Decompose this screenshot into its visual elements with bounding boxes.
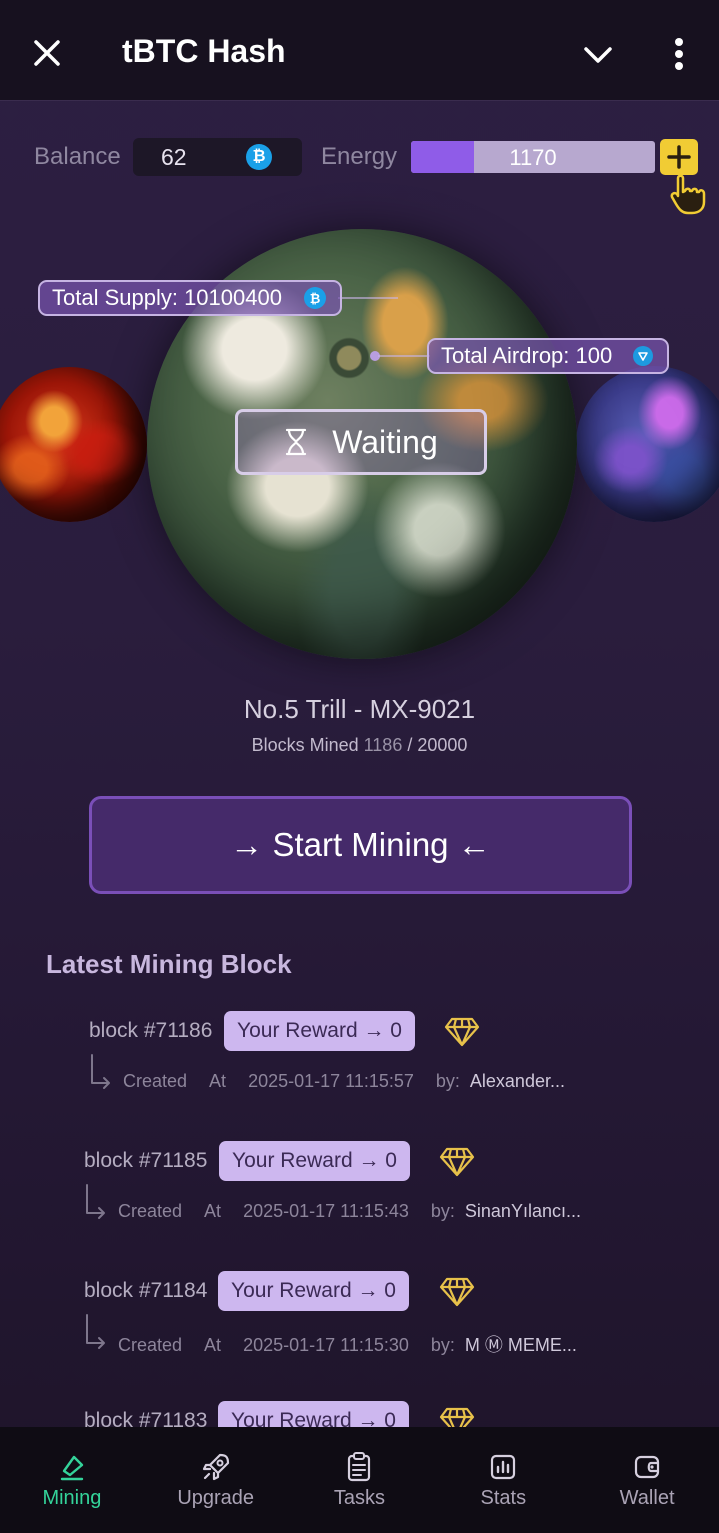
block-row[interactable]: block #71186 Your Reward → 0 Created At 2025… — [89, 1011, 649, 1121]
balance-value: 62 — [161, 144, 187, 170]
ton-coin-icon — [633, 346, 653, 366]
block-meta: Created At 2025-01-17 11:15:57 by: Alexande… — [123, 1071, 565, 1092]
created-time: 2025-01-17 11:15:30 — [243, 1335, 409, 1355]
at-label: At — [204, 1335, 222, 1355]
energy-value: 1170 — [509, 145, 557, 170]
close-icon[interactable] — [30, 36, 64, 70]
reward-badge: Your Reward → 0 — [219, 1141, 410, 1181]
mining-status-text: Waiting — [332, 423, 438, 460]
block-meta: Created At 2025-01-17 11:15:30 by: M Ⓜ MEME… — [118, 1331, 577, 1357]
block-number: block #71185 — [84, 1149, 208, 1172]
bitcoin-coin-icon: ₿ — [246, 144, 272, 170]
reward-badge: Your Reward → 0 — [224, 1011, 415, 1051]
block-number: block #71184 — [84, 1279, 208, 1302]
chart-icon — [491, 1454, 516, 1479]
blocks-mined-count: 1186 — [363, 735, 403, 755]
pointing-hand-icon — [670, 174, 706, 215]
total-airdrop-text: Total Airdrop: 100 — [441, 343, 613, 368]
creator-name: M Ⓜ MEME... — [464, 1335, 577, 1355]
chevron-down-icon[interactable] — [580, 40, 616, 70]
created-time: 2025-01-17 11:15:57 — [248, 1071, 414, 1091]
planet-lava[interactable] — [0, 367, 147, 522]
app-title: tBTC Hash — [122, 33, 286, 69]
total-supply-text: Total Supply: 10100400 — [52, 285, 282, 310]
gem-icon — [439, 1277, 475, 1307]
by-label: by: — [435, 1071, 460, 1091]
block-row[interactable]: block #71185 Your Reward → 0 Created At 2025… — [84, 1141, 644, 1251]
airdrop-connector-line — [378, 355, 430, 357]
bottom-nav: Mining Upgrade Tasks Stats Wallet — [0, 1427, 719, 1533]
hourglass-icon — [286, 428, 307, 456]
energy-bar: 1170 — [411, 141, 655, 173]
nav-label: Upgrade — [177, 1486, 255, 1509]
nav-label: Tasks — [333, 1486, 386, 1509]
mining-status-badge: Waiting — [235, 409, 487, 475]
by-label: by: — [430, 1201, 455, 1221]
top-bar: tBTC Hash — [0, 0, 719, 101]
energy-label: Energy — [321, 143, 398, 170]
nav-label: Wallet — [619, 1486, 675, 1509]
blocks-mined: Blocks Mined 1186 / 20000 — [0, 735, 719, 756]
nav-item-tasks[interactable]: Tasks — [288, 1427, 432, 1533]
gem-icon — [444, 1017, 480, 1047]
gem-icon — [439, 1147, 475, 1177]
blocks-mined-total: / 20000 — [407, 735, 468, 755]
wallet-icon — [634, 1455, 660, 1478]
rocket-icon — [202, 1453, 229, 1480]
at-label: At — [204, 1201, 222, 1221]
nav-item-stats[interactable]: Stats — [431, 1427, 575, 1533]
bitcoin-coin-icon: ₿ — [304, 287, 326, 309]
total-airdrop-tag: Total Airdrop: 100 — [427, 338, 669, 374]
nav-item-upgrade[interactable]: Upgrade — [144, 1427, 288, 1533]
created-label: Created — [118, 1335, 183, 1355]
nav-item-wallet[interactable]: Wallet — [575, 1427, 719, 1533]
reply-arrow-icon — [86, 1184, 105, 1219]
by-label: by: — [430, 1335, 455, 1355]
nav-item-mining[interactable]: Mining — [0, 1427, 144, 1533]
created-time: 2025-01-17 11:15:43 — [243, 1201, 409, 1221]
clipboard-icon — [348, 1451, 371, 1481]
pickaxe-icon — [60, 1455, 84, 1480]
plus-icon — [667, 145, 691, 169]
planet-name: No.5 Trill - MX-9021 — [243, 694, 476, 724]
reply-arrow-icon — [86, 1314, 105, 1349]
balance-display: 62 ₿ — [133, 138, 302, 176]
supply-connector-line — [338, 297, 398, 299]
creator-name: Alexander... — [469, 1071, 565, 1091]
block-number: block #71186 — [89, 1019, 213, 1042]
at-label: At — [209, 1071, 227, 1091]
total-supply-tag: Total Supply: 10100400 ₿ — [38, 280, 342, 316]
start-mining-button[interactable]: → Start Mining ← — [89, 796, 632, 894]
nav-label: Stats — [480, 1486, 527, 1509]
nav-label: Mining — [42, 1486, 102, 1509]
add-energy-button[interactable] — [660, 139, 698, 175]
blocks-mined-label: Blocks Mined — [251, 735, 359, 755]
created-label: Created — [123, 1071, 188, 1091]
balance-label: Balance — [34, 143, 121, 170]
block-row[interactable]: block #71184 Your Reward → 0 Created At 2025… — [84, 1271, 644, 1381]
reply-arrow-icon — [91, 1054, 110, 1089]
block-meta: Created At 2025-01-17 11:15:43 by: SinanYıl… — [118, 1201, 581, 1222]
more-vertical-icon[interactable] — [666, 36, 692, 72]
planet-nebula[interactable] — [576, 366, 719, 522]
section-title-latest-block: Latest Mining Block — [46, 949, 292, 979]
reward-badge: Your Reward → 0 — [218, 1271, 409, 1311]
created-label: Created — [118, 1201, 183, 1221]
creator-name: SinanYılancı... — [464, 1201, 581, 1221]
